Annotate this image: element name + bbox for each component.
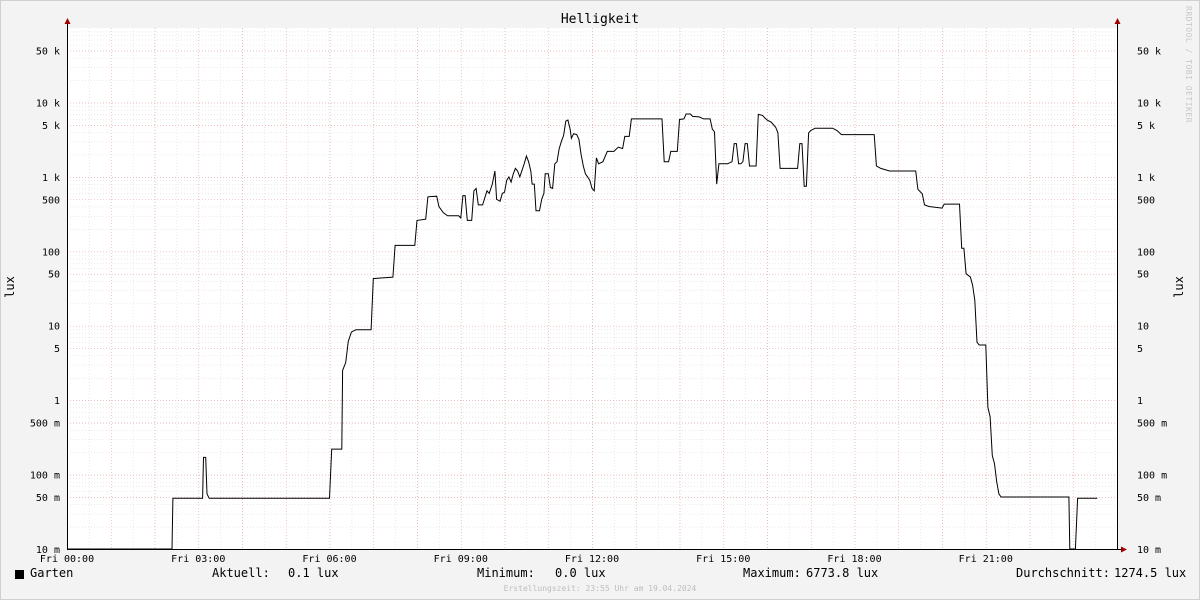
x-tick-label: Fri 21:00 (959, 554, 1013, 565)
minimum-value: 0.0 lux (555, 566, 606, 580)
x-tick-label: Fri 06:00 (302, 554, 356, 565)
y-axis-arrow-right (1114, 18, 1121, 24)
y-tick-label-left: 10 k (36, 98, 60, 109)
y-tick-label-right: 10 (1137, 322, 1149, 333)
y-tick-label-right: 500 (1137, 195, 1155, 206)
y-tick-label-right: 1 k (1137, 173, 1155, 184)
y-tick-label-left: 10 (48, 322, 60, 333)
average-value: 1274.5 lux (1114, 566, 1187, 580)
y-tick-label-left: 50 k (36, 46, 60, 57)
x-tick-label: Fri 15:00 (696, 554, 750, 565)
y-tick-label-left: 100 m (30, 471, 60, 482)
legend-series-name: Garten (30, 566, 74, 580)
y-tick-label-left: 1 k (42, 173, 60, 184)
y-tick-label-right: 50 (1137, 270, 1149, 281)
x-tick-label: Fri 09:00 (434, 554, 488, 565)
y-tick-label-right: 1 (1137, 396, 1143, 407)
y-tick-label-right: 5 k (1137, 121, 1155, 132)
rrdtool-watermark: RRDTOOL / TOBI OETIKER (1184, 6, 1193, 123)
y-axis-label-right: lux (1172, 276, 1186, 298)
y-tick-label-left: 500 m (30, 419, 60, 430)
minimum-label: Minimum: (477, 566, 535, 580)
average-label: Durchschnitt: (1016, 566, 1110, 580)
x-tick-label: Fri 12:00 (565, 554, 619, 565)
y-tick-label-left: 5 (54, 344, 60, 355)
y-tick-label-right: 10 m (1137, 545, 1161, 556)
y-axis-label-left: lux (3, 276, 17, 298)
maximum-label: Maximum: (743, 566, 801, 580)
y-tick-label-right: 50 m (1137, 493, 1161, 504)
y-tick-label-right: 500 m (1137, 419, 1167, 430)
x-tick-label: Fri 00:00 (40, 554, 94, 565)
y-axis-arrow-left (64, 18, 71, 24)
y-tick-label-left: 500 (42, 195, 60, 206)
creation-time: Erstellungszeit: 23:55 Uhr am 19.04.2024 (503, 584, 697, 593)
maximum-value: 6773.8 lux (806, 566, 879, 580)
y-tick-label-right: 10 k (1137, 98, 1161, 109)
y-tick-label-left: 50 (48, 270, 60, 281)
y-tick-label-left: 100 (42, 247, 60, 258)
chart-title: Helligkeit (561, 12, 639, 27)
y-tick-label-right: 100 m (1137, 471, 1167, 482)
y-tick-label-left: 50 m (36, 493, 60, 504)
x-axis-arrow (1121, 546, 1127, 553)
legend-row: Garten Aktuell: 0.1 lux Minimum: 0.0 lux… (0, 566, 1200, 584)
x-tick-label: Fri 03:00 (171, 554, 225, 565)
y-tick-label-left: 1 (54, 396, 60, 407)
y-tick-label-right: 100 (1137, 247, 1155, 258)
y-tick-label-left: 5 k (42, 121, 60, 132)
y-tick-label-right: 5 (1137, 344, 1143, 355)
brightness-chart: 10 m 10 m50 m 50 m100 m 100 m500 m 500 m1 15 5… (3, 12, 1186, 565)
x-tick-label: Fri 18:00 (827, 554, 881, 565)
current-label: Aktuell: (212, 566, 270, 580)
current-value: 0.1 lux (288, 566, 339, 580)
y-tick-label-right: 50 k (1137, 46, 1161, 57)
